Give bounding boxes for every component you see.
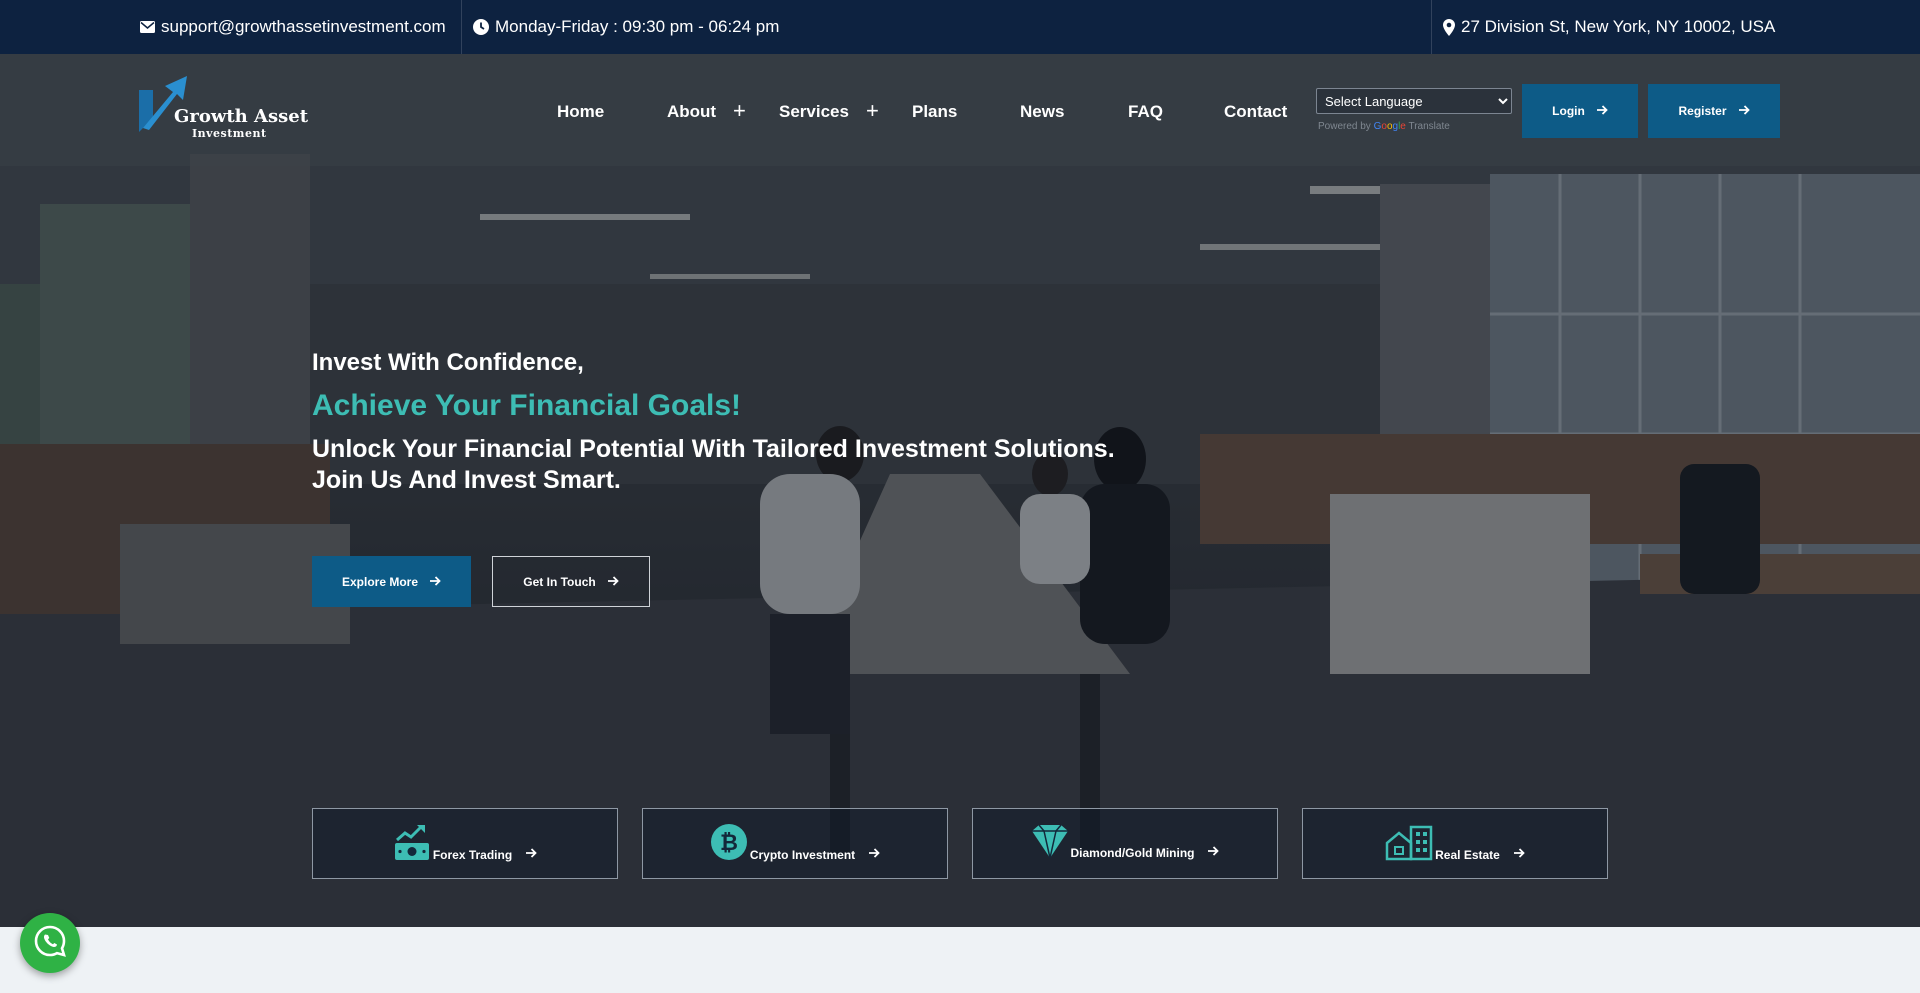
logo-text-primary: Growth Asset [174, 106, 309, 127]
login-label: Login [1552, 104, 1585, 118]
arrow-right-icon [1513, 847, 1525, 861]
business-hours: Monday-Friday : 09:30 pm - 06:24 pm [473, 0, 779, 54]
nav-news[interactable]: News [1020, 100, 1064, 124]
arrow-right-icon [1596, 104, 1608, 118]
nav-home[interactable]: Home [557, 100, 604, 124]
site-logo[interactable]: Growth Asset Investment [139, 76, 309, 144]
hero-title: Achieve Your Financial Goals! [312, 389, 742, 422]
diamond-icon [1031, 824, 1069, 862]
service-card-crypto[interactable]: ₿ Crypto Investment [642, 808, 948, 879]
arrow-right-icon [526, 847, 537, 861]
whatsapp-chat-button[interactable] [20, 913, 80, 973]
about-expand-icon[interactable]: + [733, 98, 746, 124]
nav-faq[interactable]: FAQ [1128, 100, 1163, 124]
register-button[interactable]: Register [1648, 84, 1780, 138]
hero-description: Unlock Your Financial Potential With Tai… [312, 435, 1115, 494]
whatsapp-icon [33, 924, 67, 963]
hours-text: Monday-Friday : 09:30 pm - 06:24 pm [495, 17, 780, 36]
email-text: support@growthassetinvestment.com [161, 17, 446, 36]
nav-plans[interactable]: Plans [912, 100, 957, 124]
svg-text:₿: ₿ [720, 831, 738, 856]
map-marker-icon [1443, 18, 1455, 36]
service-label: Real Estate [1435, 848, 1500, 862]
service-card-mining[interactable]: Diamond/Gold Mining [972, 808, 1278, 879]
service-label: Crypto Investment [749, 848, 856, 862]
powered-by-text: Powered by [1318, 121, 1371, 132]
nav-about[interactable]: About [667, 100, 716, 124]
envelope-icon [140, 21, 155, 33]
service-card-real-estate[interactable]: Real Estate [1302, 808, 1608, 879]
service-label: Diamond/Gold Mining [1070, 846, 1195, 860]
office-address: 27 Division St, New York, NY 10002, USA [1443, 0, 1775, 54]
arrow-right-icon [1208, 845, 1220, 859]
arrow-right-icon [430, 575, 441, 589]
topbar-divider [1431, 0, 1432, 54]
get-in-touch-label: Get In Touch [523, 574, 596, 589]
arrow-right-icon [607, 575, 619, 589]
explore-more-label: Explore More [341, 574, 419, 589]
money-chart-icon [393, 823, 431, 864]
google-wordmark: Google [1373, 121, 1406, 132]
clock-icon [473, 19, 489, 35]
logo-text-secondary: Investment [192, 127, 267, 140]
get-in-touch-button[interactable]: Get In Touch [492, 556, 650, 607]
building-icon [1385, 823, 1433, 864]
translate-link[interactable]: Translate [1408, 121, 1449, 132]
address-text: 27 Division St, New York, NY 10002, USA [1461, 17, 1776, 36]
google-translate-credit: Powered by Google Translate [1318, 121, 1450, 132]
register-label: Register [1678, 104, 1727, 118]
contact-email[interactable]: support@growthassetinvestment.com [140, 0, 446, 54]
top-info-bar: support@growthassetinvestment.com Monday… [0, 0, 1920, 54]
bitcoin-icon: ₿ [710, 823, 748, 864]
login-button[interactable]: Login [1522, 84, 1638, 138]
nav-contact[interactable]: Contact [1224, 100, 1287, 124]
language-select[interactable]: Select Language [1316, 88, 1512, 114]
topbar-divider [461, 0, 462, 54]
services-expand-icon[interactable]: + [866, 98, 879, 124]
hero-subtitle: Invest With Confidence, [312, 349, 584, 376]
service-label: Forex Trading [432, 848, 513, 862]
arrow-right-icon [1738, 104, 1750, 118]
service-card-forex[interactable]: Forex Trading [312, 808, 618, 879]
arrow-right-icon [869, 847, 880, 861]
nav-services[interactable]: Services [779, 100, 849, 124]
explore-more-button[interactable]: Explore More [312, 556, 471, 607]
